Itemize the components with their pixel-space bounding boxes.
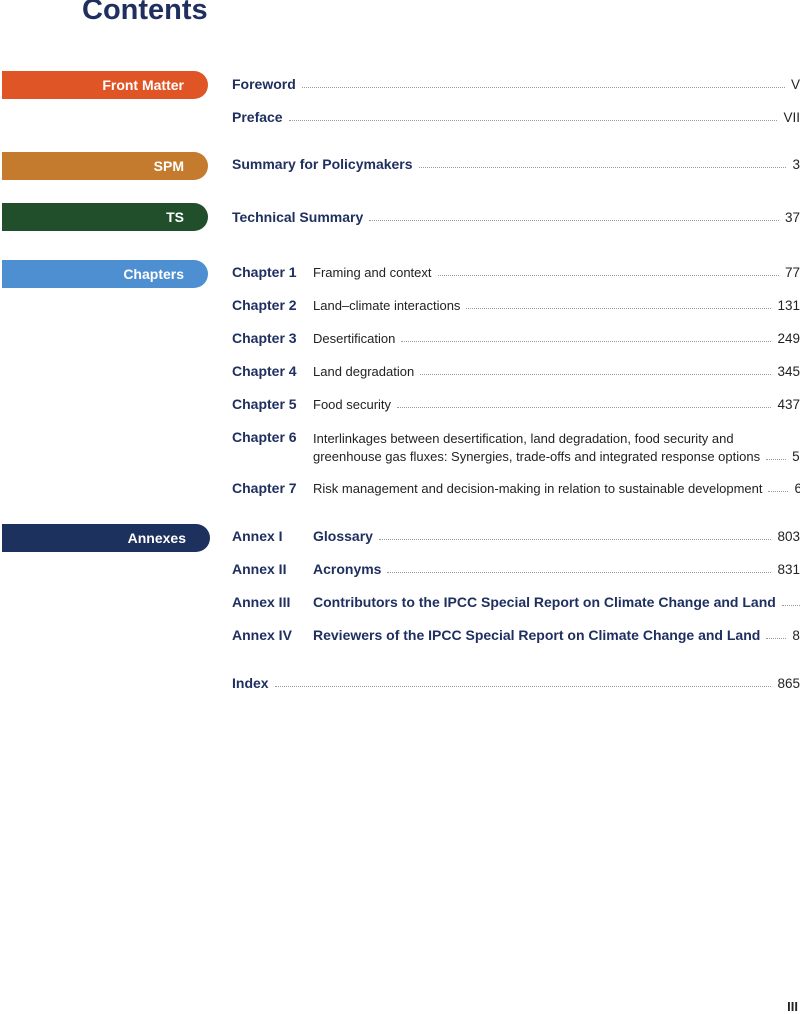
page-number: 847 [792,628,800,643]
chapter-label: Chapter 5 [232,396,297,412]
entry-title[interactable]: Food security [313,397,391,412]
entry-title-line-1[interactable]: Interlinkages between desertification, l… [313,429,800,449]
entry-title[interactable]: Index [232,675,269,691]
toc-entry-annex-4[interactable]: Annex IV Reviewers of the IPCC Special R… [232,627,800,643]
dot-leader [397,407,772,408]
footer-page-number: III [787,999,798,1014]
page-number: VII [783,110,800,125]
chapter-label: Chapter 4 [232,363,297,379]
entry-title-line-2[interactable]: greenhouse gas fluxes: Synergies, trade-… [313,449,760,464]
chapter-label: Chapter 1 [232,264,297,280]
dot-leader [766,638,787,639]
toc-entry-ts[interactable]: Technical Summary 37 [232,209,800,225]
entry-title[interactable]: Preface [232,109,283,125]
dot-leader [437,275,779,276]
annex-label: Annex II [232,561,287,577]
annex-label: Annex IV [232,627,292,643]
entry-title[interactable]: Land–climate interactions [313,298,460,313]
page-number: 803 [777,529,800,544]
page-number: 37 [784,210,800,225]
entry-title[interactable]: Acronyms [313,561,381,577]
entry-title[interactable]: Contributors to the IPCC Special Report … [313,594,776,610]
toc-entry-spm[interactable]: Summary for Policymakers 3 [232,156,800,172]
dot-leader [274,686,772,687]
page-number: 673 [794,481,800,496]
toc-entry-annex-2[interactable]: Annex II Acronyms 831 [232,561,800,577]
dot-leader [466,308,772,309]
dot-leader [418,167,787,168]
entry-title[interactable]: Foreword [232,76,296,92]
page-number: 865 [777,676,800,691]
dot-leader [387,572,772,573]
entry-title[interactable]: Technical Summary [232,209,363,225]
entry-title[interactable]: Summary for Policymakers [232,156,413,172]
page-number: 551 [792,449,800,464]
section-tab-annexes[interactable]: Annexes [2,524,210,552]
entry-title[interactable]: Desertification [313,331,395,346]
page-title: Contents [82,0,208,26]
chapter-label: Chapter 7 [232,480,297,496]
dot-leader [301,87,785,88]
dot-leader [781,605,800,606]
page-number: 249 [777,331,800,346]
entry-title[interactable]: Reviewers of the IPCC Special Report on … [313,627,760,643]
page-number: 77 [784,265,800,280]
section-tab-ts[interactable]: TS [2,203,208,231]
dot-leader [401,341,772,342]
page-number: 345 [777,364,800,379]
chapter-label: Chapter 2 [232,297,297,313]
toc-entry-annex-1[interactable]: Annex I Glossary 803 [232,528,800,544]
page-number: 831 [777,562,800,577]
toc-entry-foreword[interactable]: Foreword V [232,76,800,92]
page-number: 3 [792,157,800,172]
toc-entry-chapter-5[interactable]: Chapter 5 Food security 437 [232,396,800,412]
dot-leader [420,374,772,375]
toc-entry-chapter-2[interactable]: Chapter 2 Land–climate interactions 131 [232,297,800,313]
dot-leader [378,539,772,540]
toc-entry-chapter-3[interactable]: Chapter 3 Desertification 249 [232,330,800,346]
toc-entry-chapter-4[interactable]: Chapter 4 Land degradation 345 [232,363,800,379]
section-tab-front-matter[interactable]: Front Matter [2,71,208,99]
page-number: 437 [777,397,800,412]
dot-leader [288,120,778,121]
toc-entry-chapter-1[interactable]: Chapter 1 Framing and context 77 [232,264,800,280]
entry-title[interactable]: Glossary [313,528,373,544]
page-number: V [790,77,800,92]
chapter-label: Chapter 3 [232,330,297,346]
section-tab-spm[interactable]: SPM [2,152,208,180]
entry-title[interactable]: Framing and context [313,265,432,280]
entry-title[interactable]: Risk management and decision-making in r… [313,481,762,496]
annex-label: Annex III [232,594,291,610]
dot-leader [766,459,787,460]
page-number: 131 [777,298,800,313]
toc-entry-index[interactable]: Index 865 [232,675,800,691]
section-tab-chapters[interactable]: Chapters [2,260,208,288]
toc-entry-preface[interactable]: Preface VII [232,109,800,125]
toc-entry-chapter-7[interactable]: Chapter 7 Risk management and decision-m… [232,480,800,496]
toc-entry-annex-3[interactable]: Annex III Contributors to the IPCC Speci… [232,594,800,610]
annex-label: Annex I [232,528,283,544]
toc-entry-chapter-6[interactable]: Chapter 6 Interlinkages between desertif… [232,429,800,464]
dot-leader [369,220,779,221]
chapter-label: Chapter 6 [232,429,297,445]
entry-title[interactable]: Land degradation [313,364,414,379]
dot-leader [768,491,789,492]
